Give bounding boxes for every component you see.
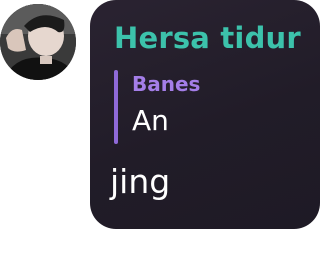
- reply-text: An: [132, 104, 169, 137]
- avatar-photo: [0, 4, 76, 80]
- reply-quote-bar: [114, 70, 118, 144]
- sender-name[interactable]: Hersa tidur: [114, 21, 301, 55]
- message-bubble[interactable]: Hersa tidur Banes An jing: [90, 0, 320, 229]
- message-text: jing: [110, 162, 171, 201]
- avatar[interactable]: [0, 4, 76, 80]
- reply-author: Banes: [132, 72, 201, 96]
- reply-quote[interactable]: Banes An: [114, 70, 304, 144]
- chat-message-row: Hersa tidur Banes An jing: [0, 0, 320, 276]
